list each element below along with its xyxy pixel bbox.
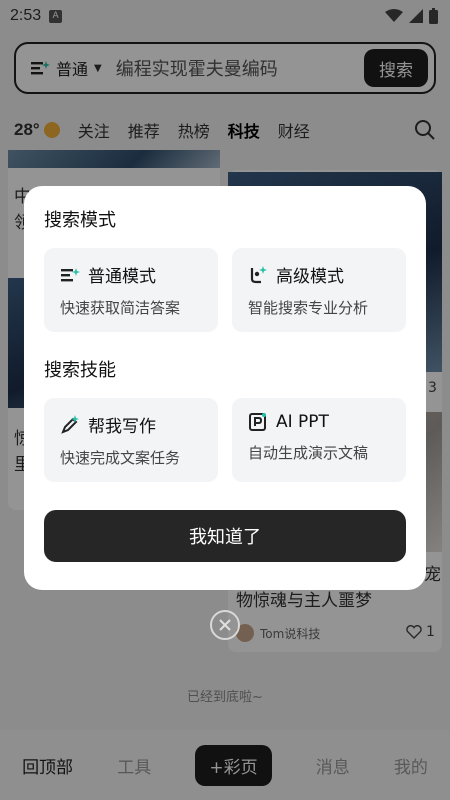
option-advanced-mode[interactable]: 高级模式 智能搜索专业分析	[232, 248, 406, 332]
option-title: 高级模式	[276, 267, 344, 287]
list-sparkle-icon	[60, 265, 80, 285]
section-title-search-skills: 搜索技能	[44, 360, 116, 381]
option-desc: 快速获取简洁答案	[60, 299, 181, 317]
option-desc: 自动生成演示文稿	[248, 444, 369, 462]
pen-sparkle-icon	[60, 414, 80, 435]
got-it-button[interactable]: 我知道了	[44, 510, 406, 562]
close-icon	[219, 619, 231, 631]
advanced-sparkle-icon	[248, 265, 268, 285]
ppt-icon	[248, 412, 268, 432]
section-title-search-mode: 搜索模式	[44, 210, 116, 231]
option-help-write[interactable]: 帮我写作 快速完成文案任务	[44, 398, 218, 482]
search-guide-dialog: 搜索模式 普通模式 快速获取简洁答案 高级模式 智能搜索专业分析 搜索技能 帮我…	[24, 186, 426, 590]
option-title: 普通模式	[88, 267, 156, 287]
close-dialog-button[interactable]	[210, 610, 240, 640]
option-title: AI PPT	[276, 412, 329, 432]
option-title: 帮我写作	[88, 417, 156, 437]
option-ai-ppt[interactable]: AI PPT 自动生成演示文稿	[232, 398, 406, 482]
option-normal-mode[interactable]: 普通模式 快速获取简洁答案	[44, 248, 218, 332]
option-desc: 快速完成文案任务	[60, 449, 181, 467]
option-desc: 智能搜索专业分析	[248, 299, 369, 317]
